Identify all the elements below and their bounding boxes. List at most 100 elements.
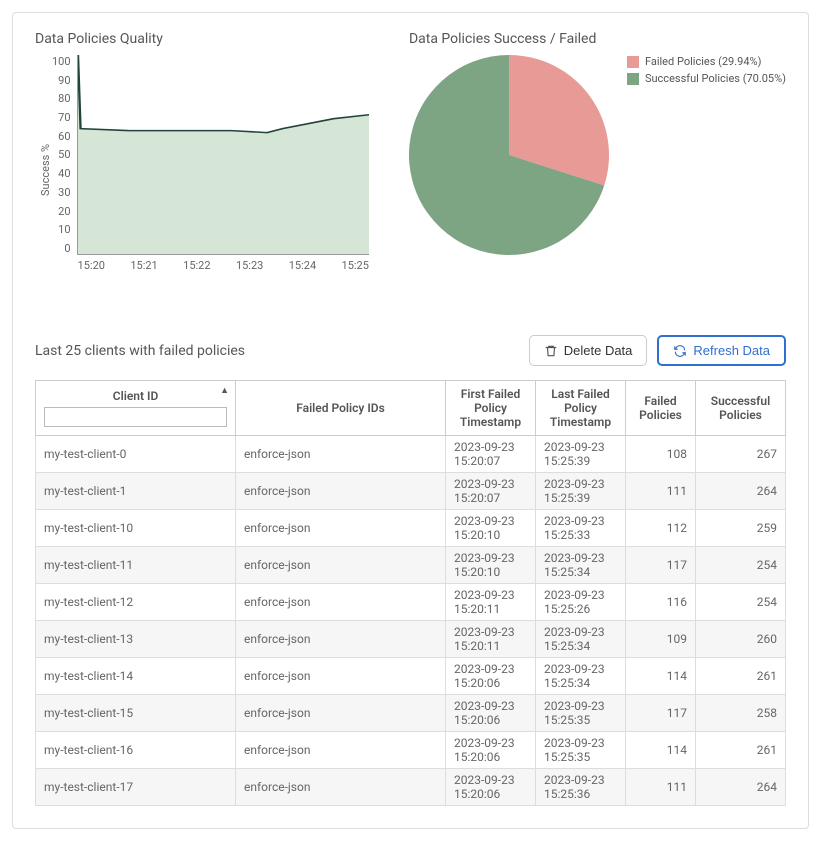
col-success[interactable]: Successful Policies bbox=[696, 381, 786, 436]
cell-first-ts: 2023-09-23 15:20:06 bbox=[446, 769, 536, 806]
cell-client-id: my-test-client-17 bbox=[36, 769, 236, 806]
cell-client-id: my-test-client-15 bbox=[36, 695, 236, 732]
cell-success: 258 bbox=[696, 695, 786, 732]
client-id-filter-input[interactable] bbox=[44, 407, 227, 427]
cell-first-ts: 2023-09-23 15:20:07 bbox=[446, 436, 536, 473]
cell-last-ts: 2023-09-23 15:25:39 bbox=[536, 436, 626, 473]
cell-first-ts: 2023-09-23 15:20:10 bbox=[446, 547, 536, 584]
legend-swatch bbox=[627, 56, 639, 68]
table-row[interactable]: my-test-client-15enforce-json2023-09-23 … bbox=[36, 695, 786, 732]
cell-failed-ids: enforce-json bbox=[236, 658, 446, 695]
cell-success: 264 bbox=[696, 769, 786, 806]
cell-last-ts: 2023-09-23 15:25:39 bbox=[536, 473, 626, 510]
line-chart-yticks: 1009080706050403020100 bbox=[52, 55, 77, 255]
cell-last-ts: 2023-09-23 15:25:34 bbox=[536, 547, 626, 584]
line-chart: Success % 1009080706050403020100 15:2015… bbox=[35, 55, 369, 285]
delete-data-button[interactable]: Delete Data bbox=[529, 335, 648, 366]
cell-client-id: my-test-client-12 bbox=[36, 584, 236, 621]
cell-last-ts: 2023-09-23 15:25:34 bbox=[536, 658, 626, 695]
table-row[interactable]: my-test-client-10enforce-json2023-09-23 … bbox=[36, 510, 786, 547]
col-first-ts[interactable]: First Failed Policy Timestamp bbox=[446, 381, 536, 436]
cell-last-ts: 2023-09-23 15:25:26 bbox=[536, 584, 626, 621]
ytick: 50 bbox=[52, 148, 71, 161]
cell-failed: 111 bbox=[626, 473, 696, 510]
sort-asc-icon: ▲ bbox=[220, 385, 229, 396]
cell-first-ts: 2023-09-23 15:20:06 bbox=[446, 695, 536, 732]
table-row[interactable]: my-test-client-1enforce-json2023-09-23 1… bbox=[36, 473, 786, 510]
failed-policies-table: Client ID ▲ Failed Policy IDs First Fail… bbox=[35, 380, 786, 806]
cell-success: 260 bbox=[696, 621, 786, 658]
cell-failed-ids: enforce-json bbox=[236, 547, 446, 584]
cell-success: 259 bbox=[696, 510, 786, 547]
col-client-id[interactable]: Client ID ▲ bbox=[36, 381, 236, 436]
cell-failed: 116 bbox=[626, 584, 696, 621]
charts-row: Data Policies Quality Success % 10090807… bbox=[35, 31, 786, 285]
cell-failed: 111 bbox=[626, 769, 696, 806]
cell-first-ts: 2023-09-23 15:20:11 bbox=[446, 584, 536, 621]
cell-failed-ids: enforce-json bbox=[236, 473, 446, 510]
cell-first-ts: 2023-09-23 15:20:07 bbox=[446, 473, 536, 510]
ytick: 30 bbox=[52, 186, 71, 199]
pie-chart-svg bbox=[409, 55, 609, 255]
cell-failed-ids: enforce-json bbox=[236, 769, 446, 806]
ytick: 90 bbox=[52, 74, 71, 87]
table-row[interactable]: my-test-client-16enforce-json2023-09-23 … bbox=[36, 732, 786, 769]
col-client-id-label: Client ID bbox=[113, 389, 159, 403]
cell-client-id: my-test-client-16 bbox=[36, 732, 236, 769]
cell-client-id: my-test-client-0 bbox=[36, 436, 236, 473]
col-last-ts[interactable]: Last Failed Policy Timestamp bbox=[536, 381, 626, 436]
cell-failed-ids: enforce-json bbox=[236, 695, 446, 732]
pie-chart-block: Data Policies Success / Failed Failed Po… bbox=[409, 31, 786, 255]
line-chart-ylabel: Success % bbox=[35, 55, 52, 285]
cell-failed-ids: enforce-json bbox=[236, 621, 446, 658]
cell-client-id: my-test-client-10 bbox=[36, 510, 236, 547]
cell-failed: 117 bbox=[626, 695, 696, 732]
xtick: 15:23 bbox=[236, 259, 263, 272]
line-chart-xticks: 15:2015:2115:2215:2315:2415:25 bbox=[78, 255, 369, 272]
cell-client-id: my-test-client-1 bbox=[36, 473, 236, 510]
refresh-icon bbox=[673, 344, 687, 358]
dashboard-panel: Data Policies Quality Success % 10090807… bbox=[12, 12, 809, 829]
table-body: my-test-client-0enforce-json2023-09-23 1… bbox=[36, 436, 786, 806]
table-row[interactable]: my-test-client-14enforce-json2023-09-23 … bbox=[36, 658, 786, 695]
xtick: 15:20 bbox=[78, 259, 105, 272]
cell-failed: 109 bbox=[626, 621, 696, 658]
cell-first-ts: 2023-09-23 15:20:11 bbox=[446, 621, 536, 658]
ytick: 0 bbox=[52, 242, 71, 255]
line-chart-title: Data Policies Quality bbox=[35, 31, 369, 47]
col-failed-ids-label: Failed Policy IDs bbox=[296, 401, 385, 415]
col-failed-ids[interactable]: Failed Policy IDs bbox=[236, 381, 446, 436]
table-row[interactable]: my-test-client-0enforce-json2023-09-23 1… bbox=[36, 436, 786, 473]
cell-last-ts: 2023-09-23 15:25:34 bbox=[536, 621, 626, 658]
table-row[interactable]: my-test-client-12enforce-json2023-09-23 … bbox=[36, 584, 786, 621]
line-chart-plot: 15:2015:2115:2215:2315:2415:25 bbox=[77, 55, 369, 255]
cell-failed: 114 bbox=[626, 732, 696, 769]
table-header-row: Client ID ▲ Failed Policy IDs First Fail… bbox=[36, 381, 786, 436]
delete-data-label: Delete Data bbox=[564, 343, 633, 358]
cell-success: 261 bbox=[696, 732, 786, 769]
refresh-data-button[interactable]: Refresh Data bbox=[657, 335, 786, 366]
cell-failed-ids: enforce-json bbox=[236, 584, 446, 621]
col-failed[interactable]: Failed Policies bbox=[626, 381, 696, 436]
xtick: 15:22 bbox=[183, 259, 210, 272]
pie-chart-legend: Failed Policies (29.94%)Successful Polic… bbox=[627, 55, 786, 89]
refresh-data-label: Refresh Data bbox=[693, 343, 770, 358]
cell-last-ts: 2023-09-23 15:25:35 bbox=[536, 695, 626, 732]
table-row[interactable]: my-test-client-11enforce-json2023-09-23 … bbox=[36, 547, 786, 584]
table-actions: Delete Data Refresh Data bbox=[529, 335, 786, 366]
cell-failed-ids: enforce-json bbox=[236, 510, 446, 547]
cell-failed: 117 bbox=[626, 547, 696, 584]
xtick: 15:24 bbox=[289, 259, 316, 272]
ytick: 70 bbox=[52, 111, 71, 124]
cell-failed-ids: enforce-json bbox=[236, 436, 446, 473]
cell-first-ts: 2023-09-23 15:20:06 bbox=[446, 658, 536, 695]
table-row[interactable]: my-test-client-13enforce-json2023-09-23 … bbox=[36, 621, 786, 658]
cell-client-id: my-test-client-13 bbox=[36, 621, 236, 658]
legend-label: Failed Policies (29.94%) bbox=[645, 55, 761, 68]
cell-failed: 108 bbox=[626, 436, 696, 473]
ytick: 100 bbox=[52, 55, 71, 68]
xtick: 15:25 bbox=[342, 259, 369, 272]
cell-success: 264 bbox=[696, 473, 786, 510]
table-row[interactable]: my-test-client-17enforce-json2023-09-23 … bbox=[36, 769, 786, 806]
cell-client-id: my-test-client-11 bbox=[36, 547, 236, 584]
